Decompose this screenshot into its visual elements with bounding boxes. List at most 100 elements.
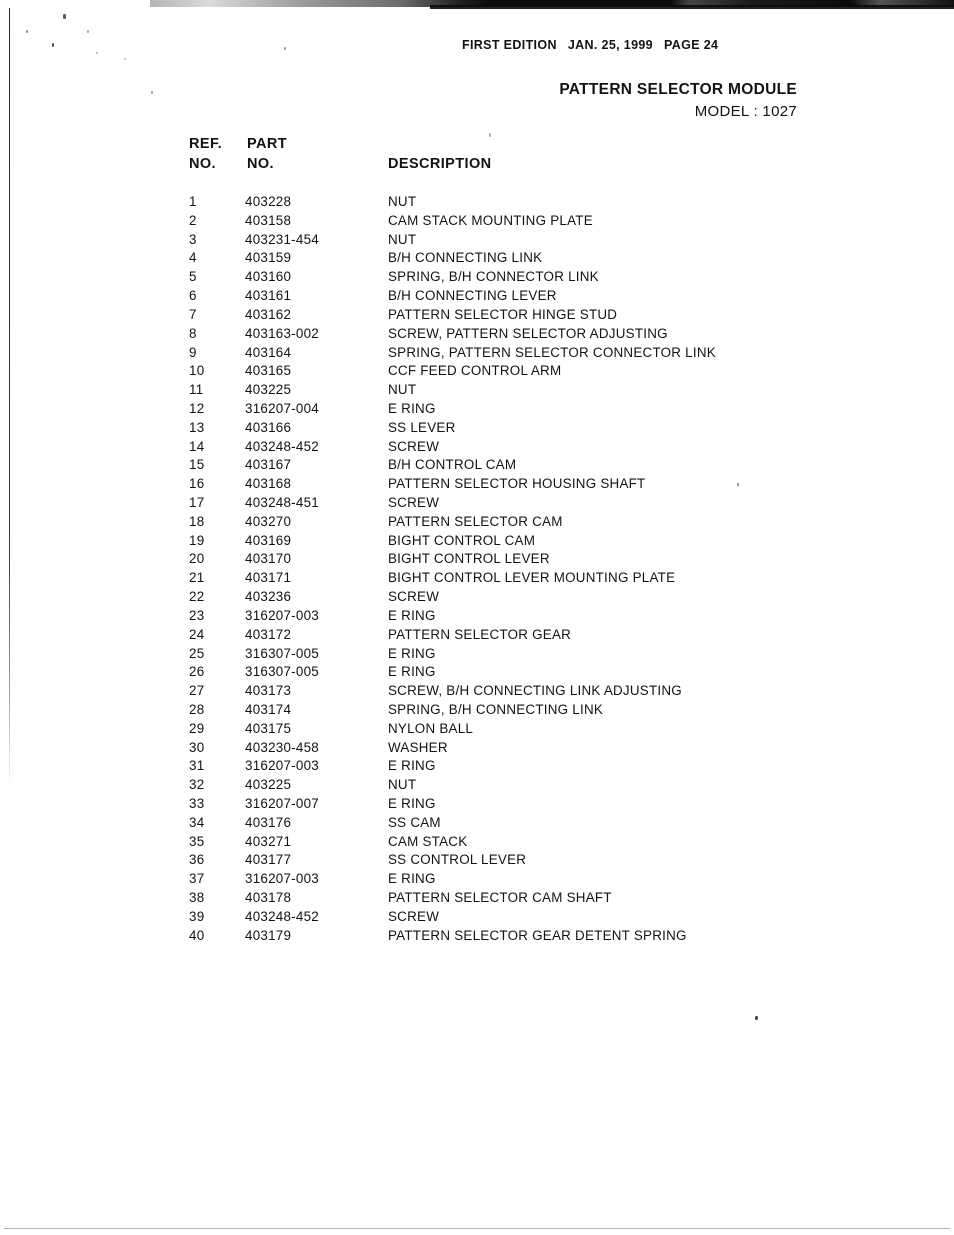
cell-part-no: 403171	[245, 570, 292, 586]
page-title: PATTERN SELECTOR MODULE	[559, 81, 797, 98]
cell-ref-no: 14	[189, 438, 205, 454]
cell-ref-no: 25	[189, 645, 205, 661]
cell-ref-no: 31	[189, 758, 205, 774]
scan-speck	[87, 30, 89, 33]
cell-description: SPRING, B/H CONNECTING LINK	[388, 701, 604, 717]
table-row: 29 403175 NYLON BALL	[0, 721, 954, 740]
cell-description: PATTERN SELECTOR GEAR DETENT SPRING	[388, 927, 687, 943]
cell-description: E RING	[388, 607, 436, 623]
cell-ref-no: 23	[189, 607, 205, 623]
cell-ref-no: 13	[189, 419, 205, 435]
cell-ref-no: 16	[189, 476, 205, 492]
cell-ref-no: 33	[189, 796, 205, 811]
cell-part-no: 316207-003	[245, 871, 319, 887]
table-row: 22 403236 SCREW	[0, 589, 954, 608]
cell-description: E RING	[388, 400, 436, 416]
cell-ref-no: 26	[189, 664, 205, 680]
table-row: 1 403228 NUT	[0, 194, 954, 213]
cell-description: BIGHT CONTROL CAM	[388, 532, 536, 548]
column-header-ref-line2: NO.	[189, 156, 216, 172]
cell-description: E RING	[388, 796, 436, 811]
cell-part-no: 403159	[245, 250, 292, 266]
cell-description: B/H CONNECTING LEVER	[388, 288, 557, 304]
cell-ref-no: 12	[189, 400, 205, 416]
cell-ref-no: 10	[189, 363, 205, 379]
table-row: 27 403173 SCREW, B/H CONNECTING LINK ADJUS…	[0, 683, 954, 702]
scan-speck	[737, 483, 739, 487]
cell-description: E RING	[388, 871, 436, 887]
column-header-part-line1: PART	[247, 136, 287, 152]
table-row: 26 316307-005 E RING	[0, 664, 954, 683]
cell-part-no: 316207-004	[245, 400, 319, 416]
cell-part-no: 403164	[245, 344, 292, 360]
cell-part-no: 403248-452	[245, 908, 319, 924]
cell-description: SS LEVER	[388, 419, 456, 435]
cell-part-no: 403175	[245, 720, 292, 736]
table-row: 36 403177 SS CONTROL LEVER	[0, 852, 954, 871]
table-row: 13 403166 SS LEVER	[0, 420, 954, 439]
cell-ref-no: 30	[189, 739, 205, 755]
cell-description: SCREW	[388, 438, 440, 454]
scan-edge-artifact-bottom	[4, 1228, 950, 1229]
table-row: 32 403225 NUT	[0, 777, 954, 796]
cell-ref-no: 38	[189, 890, 205, 906]
page-number-label: PAGE 24	[664, 38, 719, 52]
cell-description: SPRING, PATTERN SELECTOR CONNECTOR LINK	[388, 344, 716, 360]
cell-part-no: 316307-005	[245, 645, 319, 661]
cell-ref-no: 4	[189, 250, 197, 266]
cell-part-no: 403158	[245, 212, 292, 228]
table-row: 18 403270 PATTERN SELECTOR CAM	[0, 514, 954, 533]
cell-part-no: 403165	[245, 363, 292, 379]
cell-ref-no: 1	[189, 194, 197, 209]
cell-ref-no: 19	[189, 532, 205, 548]
table-row: 38 403178 PATTERN SELECTOR CAM SHAFT	[0, 890, 954, 909]
table-row: 39 403248-452 SCREW	[0, 909, 954, 928]
cell-description: NUT	[388, 382, 417, 398]
cell-ref-no: 5	[189, 269, 197, 285]
table-row: 7 403162 PATTERN SELECTOR HINGE STUD	[0, 307, 954, 326]
cell-part-no: 403231-454	[245, 231, 319, 247]
cell-description: PATTERN SELECTOR HINGE STUD	[388, 306, 618, 322]
cell-description: E RING	[388, 664, 436, 680]
cell-part-no: 403178	[245, 890, 292, 906]
table-row: 21 403171 BIGHT CONTROL LEVER MOUNTING PLA…	[0, 570, 954, 589]
cell-part-no: 316307-005	[245, 664, 319, 680]
cell-description: NUT	[388, 194, 417, 209]
cell-ref-no: 7	[189, 306, 197, 322]
table-row: 31 316207-003 E RING	[0, 758, 954, 777]
cell-part-no: 403169	[245, 532, 292, 548]
scan-speck	[151, 91, 153, 94]
cell-ref-no: 40	[189, 927, 205, 943]
table-row: 30 403230-458 WASHER	[0, 740, 954, 759]
scan-speck	[96, 52, 98, 54]
cell-part-no: 403160	[245, 269, 292, 285]
cell-ref-no: 20	[189, 551, 205, 567]
cell-ref-no: 32	[189, 777, 205, 793]
cell-ref-no: 37	[189, 871, 205, 887]
cell-description: NUT	[388, 231, 417, 247]
cell-part-no: 403176	[245, 814, 292, 830]
cell-ref-no: 36	[189, 852, 205, 868]
cell-part-no: 403172	[245, 626, 292, 642]
cell-part-no: 403163-002	[245, 325, 319, 341]
table-row: 28 403174 SPRING, B/H CONNECTING LINK	[0, 702, 954, 721]
cell-ref-no: 9	[189, 344, 197, 360]
column-header-part-line2: NO.	[247, 156, 274, 172]
cell-part-no: 316207-007	[245, 796, 319, 811]
table-row: 9 403164 SPRING, PATTERN SELECTOR CONNECTO…	[0, 345, 954, 364]
column-header-description: DESCRIPTION	[388, 156, 492, 172]
cell-part-no: 403168	[245, 476, 292, 492]
cell-ref-no: 11	[189, 382, 204, 398]
cell-description: SCREW	[388, 589, 440, 605]
cell-description: CAM STACK	[388, 833, 468, 849]
cell-ref-no: 18	[189, 513, 205, 529]
cell-description: NYLON BALL	[388, 720, 474, 736]
cell-ref-no: 3	[189, 231, 197, 247]
cell-ref-no: 24	[189, 626, 205, 642]
cell-part-no: 403236	[245, 589, 292, 605]
table-row: 35 403271 CAM STACK	[0, 834, 954, 853]
scan-edge-artifact-top-secondary	[430, 5, 954, 9]
cell-ref-no: 35	[189, 833, 205, 849]
cell-part-no: 403248-451	[245, 495, 319, 510]
cell-part-no: 403225	[245, 382, 292, 398]
